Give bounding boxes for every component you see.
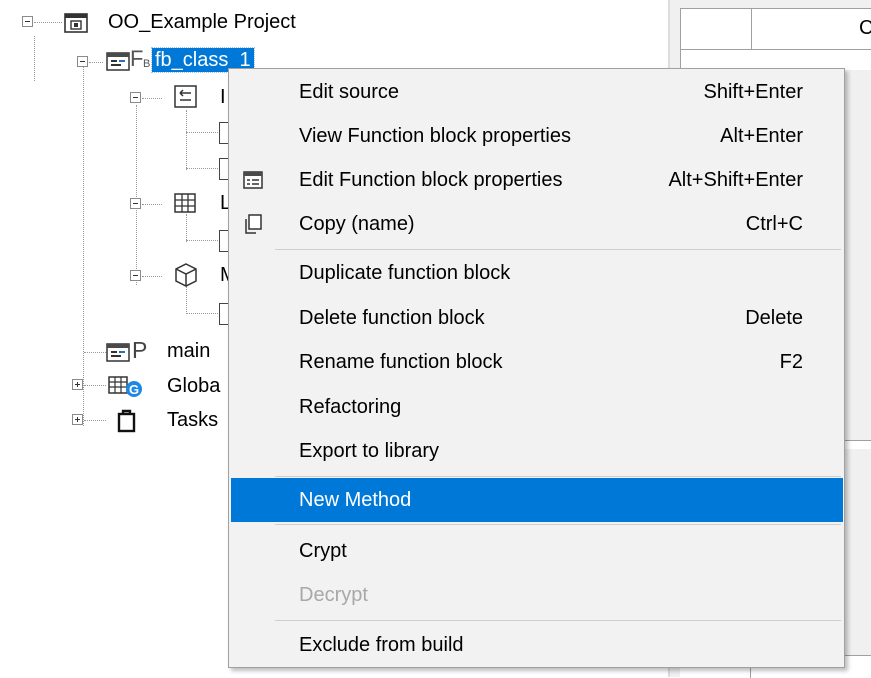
menu-item-shortcut: Alt+Enter [720, 125, 803, 147]
menu-item-label: Duplicate function block [299, 262, 511, 284]
tasks-icon [117, 409, 136, 433]
menu-item-label: Rename function block [299, 351, 503, 373]
project-icon [64, 13, 88, 33]
menu-item-view-properties[interactable]: View Function block properties Alt+Enter [231, 114, 843, 158]
tree-line [83, 66, 84, 426]
menu-item-shortcut: F2 [779, 351, 803, 373]
menu-separator [275, 476, 841, 477]
global-variables-icon: G [108, 376, 142, 397]
tree-line [186, 110, 187, 170]
copy-icon [245, 214, 262, 234]
menu-item-new-method[interactable]: New Method [231, 478, 843, 522]
menu-item-exclude-build[interactable]: Exclude from build [231, 623, 843, 667]
function-block-icon [106, 52, 130, 71]
properties-icon [243, 171, 263, 189]
menu-item-edit-properties[interactable]: Edit Function block properties Alt+Shift… [231, 158, 843, 202]
tree-line [84, 352, 106, 353]
tree-line [142, 204, 162, 205]
expand-toggle-tasks[interactable] [72, 414, 83, 425]
menu-item-decrypt: Decrypt [231, 573, 843, 617]
menu-item-label: Crypt [299, 540, 347, 562]
tree-item-tasks[interactable]: Tasks [167, 408, 218, 432]
menu-item-label: Edit source [299, 81, 400, 103]
tree-line [34, 22, 62, 23]
grid-header-text: C [859, 17, 871, 39]
menu-item-label: Edit Function block properties [299, 169, 563, 191]
program-icon [106, 343, 130, 362]
tree-line [186, 286, 187, 314]
menu-separator [275, 620, 841, 621]
tree-line [84, 385, 106, 386]
menu-item-refactoring[interactable]: Refactoring [231, 385, 843, 429]
menu-item-delete[interactable]: Delete function block Delete [231, 296, 843, 340]
menu-item-label: Refactoring [299, 396, 402, 418]
tree-line [186, 168, 218, 169]
menu-separator [275, 249, 841, 250]
tree-line [89, 62, 103, 63]
tree-item-child-1[interactable]: I [220, 85, 226, 109]
grid-column-separator[interactable] [751, 9, 752, 49]
collapse-toggle-fb-class[interactable] [77, 56, 88, 67]
menu-item-rename[interactable]: Rename function block F2 [231, 340, 843, 384]
fb-type-subscript: B [143, 58, 151, 70]
menu-item-label: Decrypt [299, 584, 368, 606]
menu-item-label: Exclude from build [299, 634, 464, 656]
menu-item-shortcut: Alt+Shift+Enter [668, 169, 803, 191]
menu-item-copy-name[interactable]: Copy (name) Ctrl+C [231, 202, 843, 246]
menu-item-shortcut: Shift+Enter [703, 81, 803, 103]
tree-line [186, 240, 218, 241]
fb-type-letter: F [130, 46, 144, 71]
cube-icon [175, 263, 197, 287]
collapse-toggle-child-2[interactable] [130, 198, 141, 209]
tree-item-main[interactable]: main [167, 339, 210, 363]
menu-item-label: New Method [299, 489, 412, 511]
menu-item-label: Copy (name) [299, 213, 415, 235]
tree-line [186, 313, 218, 314]
tree-line [84, 420, 106, 421]
collapse-toggle-project[interactable] [22, 16, 33, 27]
input-output-icon [174, 85, 197, 108]
tree-line [186, 132, 218, 133]
menu-item-crypt[interactable]: Crypt [231, 529, 843, 573]
menu-item-label: Export to library [299, 440, 440, 462]
tree-line [186, 214, 187, 242]
svg-text:G: G [129, 382, 139, 397]
menu-item-shortcut: Ctrl+C [745, 213, 803, 235]
variables-table-icon [174, 193, 196, 213]
tree-line [142, 276, 162, 277]
context-menu[interactable]: Edit source Shift+Enter View Function bl… [228, 68, 845, 668]
tree-item-globals[interactable]: Globa [167, 374, 220, 398]
expand-toggle-globals[interactable] [72, 379, 83, 390]
menu-item-label: Delete function block [299, 307, 485, 329]
tree-item-project[interactable]: OO_Example Project [108, 10, 296, 34]
menu-separator [275, 524, 841, 525]
grid-header: C [680, 8, 871, 49]
tree-line [142, 98, 162, 99]
grid-row[interactable] [680, 49, 871, 70]
menu-item-label: View Function block properties [299, 125, 571, 147]
tree-line [34, 36, 35, 81]
tree-line [136, 105, 137, 285]
collapse-toggle-child-1[interactable] [130, 92, 141, 103]
menu-item-export-library[interactable]: Export to library [231, 429, 843, 473]
menu-item-duplicate[interactable]: Duplicate function block [231, 251, 843, 295]
menu-item-edit-source[interactable]: Edit source Shift+Enter [231, 70, 843, 114]
program-type-letter: P [132, 337, 148, 363]
menu-item-shortcut: Delete [745, 307, 803, 329]
collapse-toggle-child-3[interactable] [130, 270, 141, 281]
